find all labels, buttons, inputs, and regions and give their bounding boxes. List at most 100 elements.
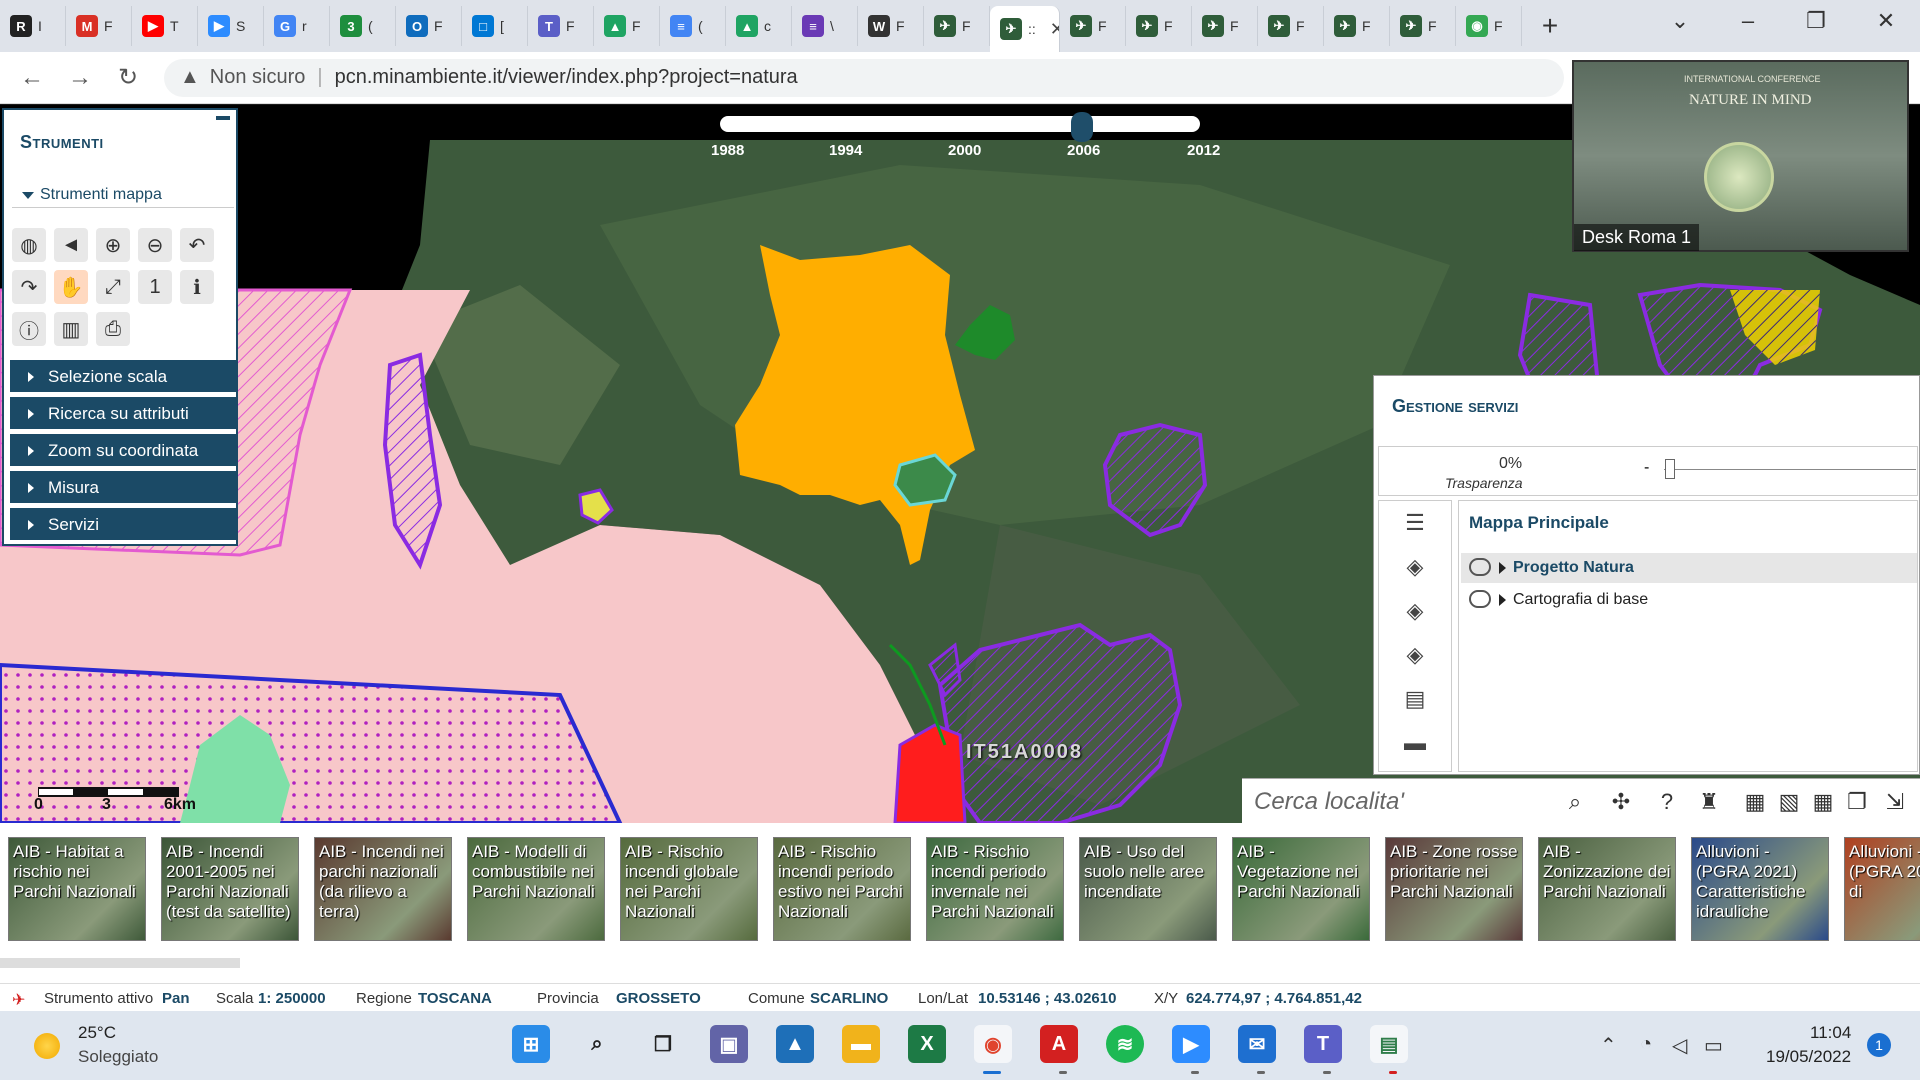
teams-icon[interactable]: T	[1304, 1025, 1342, 1063]
new-tab-button[interactable]: +	[1530, 10, 1570, 42]
layer-thumbnail[interactable]: AIB - Incendi 2001-2005 nei Parchi Nazio…	[161, 837, 299, 941]
transparency-track[interactable]	[1664, 469, 1916, 470]
tools-accordion-item[interactable]: Ricerca su attributi	[10, 397, 236, 431]
thumbnails-scrollbar[interactable]	[0, 958, 240, 968]
browser-tab[interactable]: OF	[396, 6, 462, 46]
locality-search-input[interactable]: Cerca localita'	[1250, 785, 1550, 819]
film-icon[interactable]: ▦	[1740, 787, 1770, 817]
layer-thumbnail[interactable]: AIB - Uso del suolo nelle aree incendiat…	[1079, 837, 1217, 941]
browser-tab[interactable]: □[	[462, 6, 528, 46]
chevron-up-icon[interactable]: ⌃	[1600, 1033, 1617, 1058]
video-call-overlay[interactable]: INTERNATIONAL CONFERENCE NATURE IN MIND …	[1572, 60, 1909, 252]
browser-tab[interactable]: 3(	[330, 6, 396, 46]
browser-tab[interactable]: ▶ S	[198, 6, 264, 46]
back-icon[interactable]: ←	[8, 64, 56, 92]
clock-time[interactable]: 11:04	[1810, 1023, 1851, 1043]
browser-tab[interactable]: ≡(	[660, 6, 726, 46]
browser-tab[interactable]: Gr	[264, 6, 330, 46]
browser-tab[interactable]: RI	[0, 6, 66, 46]
maximize-button[interactable]: ❐	[1796, 8, 1836, 34]
timeline-slider-knob[interactable]	[1071, 112, 1093, 142]
url-field[interactable]: ▲ Non sicuro | pcn.minambiente.it/viewer…	[164, 58, 1564, 97]
megaphone-icon[interactable]: ◄	[54, 228, 88, 262]
weather-temperature[interactable]: 25°C	[78, 1023, 116, 1043]
layers-add-icon[interactable]: ◈	[1399, 595, 1431, 627]
browser-tab[interactable]: ✈ F	[1192, 6, 1258, 46]
timeline-year[interactable]: 2006	[1067, 142, 1100, 159]
timeline-slider[interactable]	[720, 116, 1200, 132]
browser-tab[interactable]: ≡ \	[792, 6, 858, 46]
browser-tab-active[interactable]: ✈::✕	[990, 6, 1060, 52]
tools-accordion-item[interactable]: Zoom su coordinata	[10, 434, 236, 468]
weather-description[interactable]: Soleggiato	[78, 1047, 158, 1067]
info-icon[interactable]: ℹ	[180, 270, 214, 304]
layer-thumbnail[interactable]: AIB - Rischio incendi globale nei Parchi…	[620, 837, 758, 941]
excel-icon[interactable]: X	[908, 1025, 946, 1063]
eye-icon[interactable]	[1469, 590, 1491, 608]
grid-icon[interactable]: ▦	[1808, 787, 1838, 817]
print-icon[interactable]: ⎙	[96, 312, 130, 346]
minimize-button[interactable]: –	[1728, 8, 1768, 34]
transparency-thumb[interactable]	[1665, 459, 1675, 479]
page-1-icon[interactable]: 1	[138, 270, 172, 304]
browser-tab[interactable]: ✈ F	[1126, 6, 1192, 46]
photos-icon[interactable]: ▲	[776, 1025, 814, 1063]
expand-icon[interactable]	[1499, 594, 1506, 606]
browser-tab[interactable]: ▲ F	[594, 6, 660, 46]
browser-tab[interactable]: ✈ F	[924, 6, 990, 46]
zoom-in-icon[interactable]: ⊕	[96, 228, 130, 262]
zoom-out-icon[interactable]: ⊖	[138, 228, 172, 262]
map-viewer-app-icon[interactable]: ▤	[1370, 1025, 1408, 1063]
globe-icon[interactable]: ◍	[12, 228, 46, 262]
notification-badge[interactable]: 1	[1867, 1033, 1891, 1057]
zoom-back-icon[interactable]: ↶	[180, 228, 214, 262]
save-icon[interactable]: ▤	[1399, 683, 1431, 715]
windows-start-icon[interactable]: ⊞	[512, 1025, 550, 1063]
wifi-icon[interactable]: ◔	[1640, 1033, 1652, 1056]
windows-icon[interactable]: ❐	[1842, 787, 1872, 817]
timeline-year[interactable]: 2000	[948, 142, 981, 159]
clock-date[interactable]: 19/05/2022	[1766, 1047, 1851, 1067]
pan-hand-icon[interactable]: ✋	[54, 270, 88, 304]
layer-thumbnail[interactable]: AIB - Vegetazione nei Parchi Nazionali	[1232, 837, 1370, 941]
layer-item-cartografia[interactable]: Cartografia di base	[1461, 585, 1917, 615]
browser-tab[interactable]: ◉ F	[1456, 6, 1522, 46]
search-icon[interactable]: ⌕	[1560, 787, 1590, 817]
timeline-year[interactable]: 1988	[711, 142, 744, 159]
volume-icon[interactable]: ◁	[1672, 1033, 1687, 1058]
spotify-icon[interactable]: ≋	[1106, 1025, 1144, 1063]
file-explorer-icon[interactable]: ▬	[842, 1025, 880, 1063]
zoom-icon[interactable]: ▶	[1172, 1025, 1210, 1063]
collapse-icon[interactable]	[216, 116, 230, 120]
images-icon[interactable]: ▧	[1774, 787, 1804, 817]
minus-icon[interactable]: -	[1644, 459, 1649, 477]
browser-tab[interactable]: ✈ F	[1258, 6, 1324, 46]
tools-accordion-item[interactable]: Selezione scala	[10, 360, 236, 394]
identify-icon[interactable]: ⓘ	[12, 312, 46, 346]
layer-thumbnail[interactable]: AIB - Modelli di combustibile nei Parchi…	[467, 837, 605, 941]
layer-thumbnail[interactable]: AIB - Rischio incendi periodo estivo nei…	[773, 837, 911, 941]
zoom-forward-icon[interactable]: ↷	[12, 270, 46, 304]
reload-icon[interactable]: ↻	[104, 63, 152, 92]
acrobat-icon[interactable]: A	[1040, 1025, 1078, 1063]
layers-stack-icon[interactable]: ◈	[1399, 639, 1431, 671]
folder-icon[interactable]: ▬	[1399, 727, 1431, 759]
timeline-year[interactable]: 1994	[829, 142, 862, 159]
tools-accordion-item[interactable]: Servizi	[10, 508, 236, 542]
map-tools-section[interactable]: Strumenti mappa	[12, 182, 234, 208]
browser-tab[interactable]: ✈ F	[1324, 6, 1390, 46]
binoculars-icon[interactable]: ♜	[1694, 787, 1724, 817]
layer-thumbnail[interactable]: Alluvioni - (PGRA 2021) Caratteristiche …	[1691, 837, 1829, 941]
layer-thumbnail[interactable]: AIB - Incendi nei parchi nazionali (da r…	[314, 837, 452, 941]
close-tab-icon[interactable]: ✕	[1050, 19, 1059, 40]
layers-icon[interactable]: ◈	[1399, 551, 1431, 583]
browser-tab[interactable]: TF	[528, 6, 594, 46]
sun-icon[interactable]	[34, 1033, 60, 1059]
full-extent-icon[interactable]: ✣	[1606, 787, 1636, 817]
fullscreen-icon[interactable]: ⤢	[96, 270, 130, 304]
browser-tab[interactable]: ✈ F	[1060, 6, 1126, 46]
chrome-icon[interactable]: ◉	[974, 1025, 1012, 1063]
expand-icon[interactable]	[1499, 562, 1506, 574]
timeline-year[interactable]: 2012	[1187, 142, 1220, 159]
external-link-icon[interactable]: ⇲	[1880, 787, 1910, 817]
